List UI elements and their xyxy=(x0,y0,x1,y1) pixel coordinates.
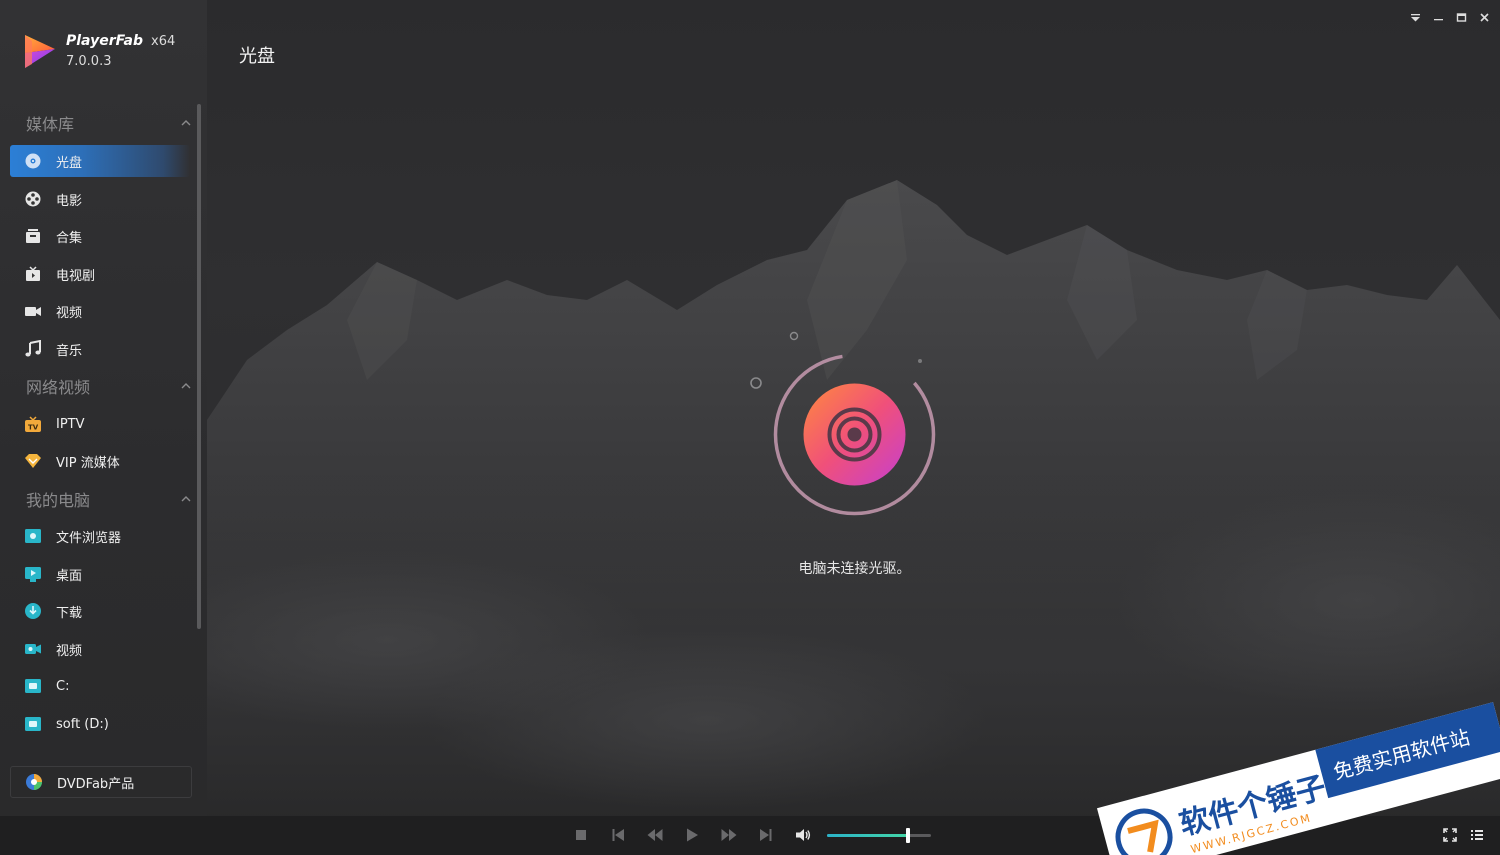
sidebar-item-label: VIP 流媒体 xyxy=(56,455,120,471)
dropdown-icon xyxy=(1411,14,1420,22)
sidebar-scrollbar[interactable] xyxy=(197,104,201,629)
sidebar-item-vip-streaming[interactable]: VIP 流媒体 xyxy=(10,445,190,477)
window-minimize-button[interactable] xyxy=(1431,10,1446,25)
file-browser-icon xyxy=(24,527,42,545)
dvdfab-logo-icon xyxy=(25,773,43,791)
play-icon xyxy=(687,828,698,842)
dvdfab-products-label: DVDFab产品 xyxy=(57,776,135,792)
close-icon xyxy=(1480,13,1489,22)
section-title: 媒体库 xyxy=(26,115,75,134)
brand: PlayerFab x64 7.0.0.3 xyxy=(22,30,175,72)
decorative-dots xyxy=(750,331,922,389)
volume-level xyxy=(827,834,909,837)
window-close-button[interactable] xyxy=(1477,10,1492,25)
film-reel-icon xyxy=(24,190,42,208)
window-maximize-button[interactable] xyxy=(1454,10,1469,25)
page-title: 光盘 xyxy=(239,46,275,67)
sidebar-item-label: 下载 xyxy=(56,605,83,621)
app-version: 7.0.0.3 xyxy=(66,54,112,69)
volume-slider[interactable] xyxy=(827,828,931,843)
rewind-icon xyxy=(647,829,663,841)
skip-next-icon xyxy=(760,829,772,841)
previous-button[interactable] xyxy=(609,826,627,844)
app-name: PlayerFab xyxy=(66,33,144,49)
sidebar-item-desktop[interactable]: 桌面 xyxy=(10,558,190,590)
sidebar-item-disc[interactable]: 光盘 xyxy=(10,145,190,177)
dvdfab-products-button[interactable]: DVDFab产品 xyxy=(10,766,192,798)
sidebar-item-movies[interactable]: 电影 xyxy=(10,183,190,215)
video-camera-icon xyxy=(24,302,42,320)
sidebar-item-label: 光盘 xyxy=(56,155,83,171)
volume-icon xyxy=(796,829,811,841)
sidebar-item-file-browser[interactable]: 文件浏览器 xyxy=(10,520,190,552)
sidebar: PlayerFab x64 7.0.0.3 媒体库 光盘 电影 合集 电视剧 视… xyxy=(0,0,207,816)
section-title: 我的电脑 xyxy=(26,491,91,510)
play-button[interactable] xyxy=(683,826,701,844)
site-watermark: 软件个锤子 WWW.RJGCZ.COM 免费实用软件站 xyxy=(1096,702,1500,855)
music-note-icon xyxy=(24,340,42,358)
folder-video-icon xyxy=(24,640,42,658)
drive-icon xyxy=(24,715,42,733)
fast-forward-button[interactable] xyxy=(720,826,738,844)
status-message: 电脑未连接光驱。 xyxy=(798,561,911,577)
disc-icon xyxy=(24,152,42,170)
skip-previous-icon xyxy=(612,829,624,841)
vip-diamond-icon xyxy=(24,452,42,470)
sidebar-item-iptv[interactable]: TV IPTV xyxy=(10,408,190,440)
volume-slider-handle[interactable] xyxy=(906,828,911,843)
download-icon xyxy=(24,602,42,620)
stop-icon xyxy=(576,830,586,840)
app-arch: x64 xyxy=(151,34,176,49)
sidebar-item-drive-d[interactable]: soft (D:) xyxy=(10,708,190,740)
sidebar-item-label: 音乐 xyxy=(56,343,83,359)
playerfab-logo xyxy=(25,35,55,68)
sidebar-item-videos-folder[interactable]: 视频 xyxy=(10,633,190,665)
sidebar-item-label: 文件浏览器 xyxy=(56,530,122,546)
sidebar-item-label: soft (D:) xyxy=(56,716,109,732)
collection-icon xyxy=(24,227,42,245)
chevron-up-icon xyxy=(181,120,191,126)
sidebar-item-drive-c[interactable]: C: xyxy=(10,670,190,702)
sidebar-item-label: 桌面 xyxy=(56,568,83,584)
rewind-button[interactable] xyxy=(646,826,664,844)
next-button[interactable] xyxy=(757,826,775,844)
sidebar-item-label: 电影 xyxy=(56,193,83,209)
stop-button[interactable] xyxy=(572,826,590,844)
desktop-icon xyxy=(24,565,42,583)
sidebar-item-downloads[interactable]: 下载 xyxy=(10,595,190,627)
section-header-online-video[interactable]: 网络视频 xyxy=(26,374,191,398)
sidebar-item-label: 视频 xyxy=(56,305,83,321)
fast-forward-icon xyxy=(721,829,737,841)
window-controls xyxy=(1408,10,1492,25)
mute-button[interactable] xyxy=(794,826,812,844)
iptv-icon: TV xyxy=(24,415,42,433)
drive-icon xyxy=(24,677,42,695)
sidebar-item-label: 合集 xyxy=(56,230,83,246)
sidebar-item-label: 视频 xyxy=(56,643,83,659)
sidebar-item-videos[interactable]: 视频 xyxy=(10,295,190,327)
window-dropdown-button[interactable] xyxy=(1408,10,1423,25)
sidebar-item-music[interactable]: 音乐 xyxy=(10,333,190,365)
sidebar-item-tv-series[interactable]: 电视剧 xyxy=(10,258,190,290)
sidebar-item-collections[interactable]: 合集 xyxy=(10,220,190,252)
maximize-icon xyxy=(1456,13,1467,22)
sidebar-item-label: 电视剧 xyxy=(56,268,96,284)
section-header-my-computer[interactable]: 我的电脑 xyxy=(26,487,191,511)
tv-series-icon xyxy=(24,265,42,283)
section-header-media-library[interactable]: 媒体库 xyxy=(26,111,191,135)
minimize-icon xyxy=(1434,19,1443,21)
chevron-up-icon xyxy=(181,496,191,502)
sidebar-item-label: C: xyxy=(56,678,70,694)
chevron-up-icon xyxy=(181,383,191,389)
playerfab-window: PlayerFab x64 7.0.0.3 媒体库 光盘 电影 合集 电视剧 视… xyxy=(0,0,1500,855)
sidebar-item-label: IPTV xyxy=(56,416,85,432)
section-title: 网络视频 xyxy=(26,378,91,397)
svg-text:TV: TV xyxy=(28,424,39,432)
